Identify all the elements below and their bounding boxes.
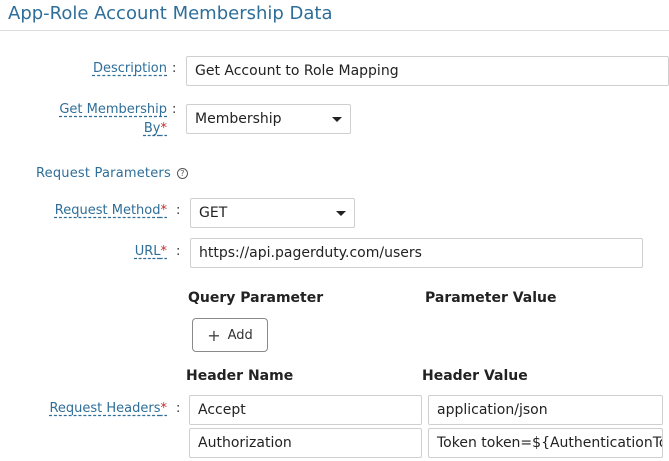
required-mark: * [160,244,168,259]
header-name-input[interactable]: Authorization [189,428,422,458]
url-colon: : [176,244,181,259]
get-membership-by-select[interactable]: Membership [186,104,351,134]
header-value-input[interactable]: Token token=${AuthenticationToken} [428,428,663,458]
get-membership-by-label-line1[interactable]: Get Membership [59,102,167,117]
request-method-select[interactable]: GET [190,198,355,228]
header-value-column-header: Header Value [422,368,528,384]
required-mark: * [160,203,168,218]
header-name-column-header: Header Name [186,368,294,384]
url-label[interactable]: URL* [135,244,167,259]
help-circle-icon[interactable]: ? [176,168,188,179]
title-divider [0,30,669,31]
request-method-label[interactable]: Request Method* [55,203,167,218]
required-mark: * [160,401,168,416]
get-membership-colon: : [172,102,177,117]
add-button-label: Add [227,327,253,343]
chevron-down-icon [332,116,342,122]
request-headers-label[interactable]: Request Headers* [49,401,167,416]
description-input[interactable]: Get Account to Role Mapping [186,56,669,86]
request-method-value: GET [199,205,228,221]
header-name-input[interactable]: Accept [189,395,422,425]
plus-icon: + [207,325,221,345]
request-method-colon: : [176,203,181,218]
get-membership-by-value: Membership [195,111,282,127]
chevron-down-icon [336,210,346,216]
url-input[interactable]: https://api.pagerduty.com/users [190,238,643,268]
required-mark: * [160,121,168,136]
parameter-value-column-header: Parameter Value [425,290,557,306]
get-membership-by-label-line2[interactable]: By* [144,121,167,136]
request-headers-colon: : [176,401,181,416]
add-query-parameter-button[interactable]: + Add [192,318,268,352]
description-colon: : [172,61,177,76]
header-value-input[interactable]: application/json [428,395,663,425]
query-parameter-column-header: Query Parameter [188,290,324,306]
description-label[interactable]: Description [93,61,167,76]
page-title: App-Role Account Membership Data [8,3,333,24]
request-parameters-heading: Request Parameters? [36,166,188,181]
